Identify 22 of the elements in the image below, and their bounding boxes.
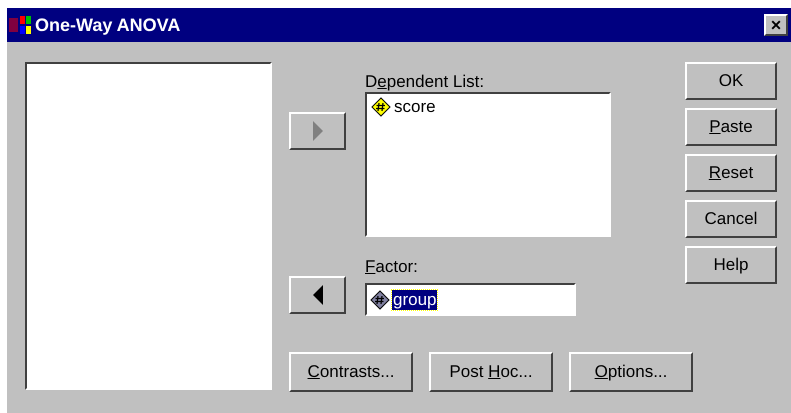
dependent-list-label: Dependent List: bbox=[365, 74, 486, 90]
dialog-button[interactable]: Paste bbox=[685, 108, 777, 146]
factor-field[interactable]: group bbox=[365, 283, 576, 316]
window-title: One-Way ANOVA bbox=[35, 14, 180, 37]
variable-item[interactable]: score bbox=[393, 97, 437, 117]
dialog-button[interactable]: Help bbox=[685, 246, 777, 284]
move-button[interactable] bbox=[289, 276, 346, 314]
option-button[interactable]: Options... bbox=[569, 352, 693, 392]
left-arrow-icon bbox=[312, 285, 322, 305]
numeric-variable-icon bbox=[370, 290, 390, 310]
dialog-button[interactable]: Reset bbox=[685, 154, 777, 192]
app-logo-icon bbox=[9, 15, 31, 35]
variable-item[interactable]: group bbox=[392, 290, 438, 310]
dependent-list-box[interactable]: score bbox=[365, 92, 611, 237]
option-button[interactable]: Contrasts... bbox=[289, 352, 413, 392]
dialog-button[interactable]: Cancel bbox=[685, 200, 777, 238]
numeric-variable-icon bbox=[371, 97, 391, 117]
option-button[interactable]: Post Hoc... bbox=[429, 352, 553, 392]
dialog-button[interactable]: OK bbox=[685, 62, 777, 100]
close-button[interactable]: × bbox=[764, 14, 788, 36]
factor-label: Factor: bbox=[365, 259, 419, 275]
right-arrow-icon bbox=[312, 121, 322, 141]
